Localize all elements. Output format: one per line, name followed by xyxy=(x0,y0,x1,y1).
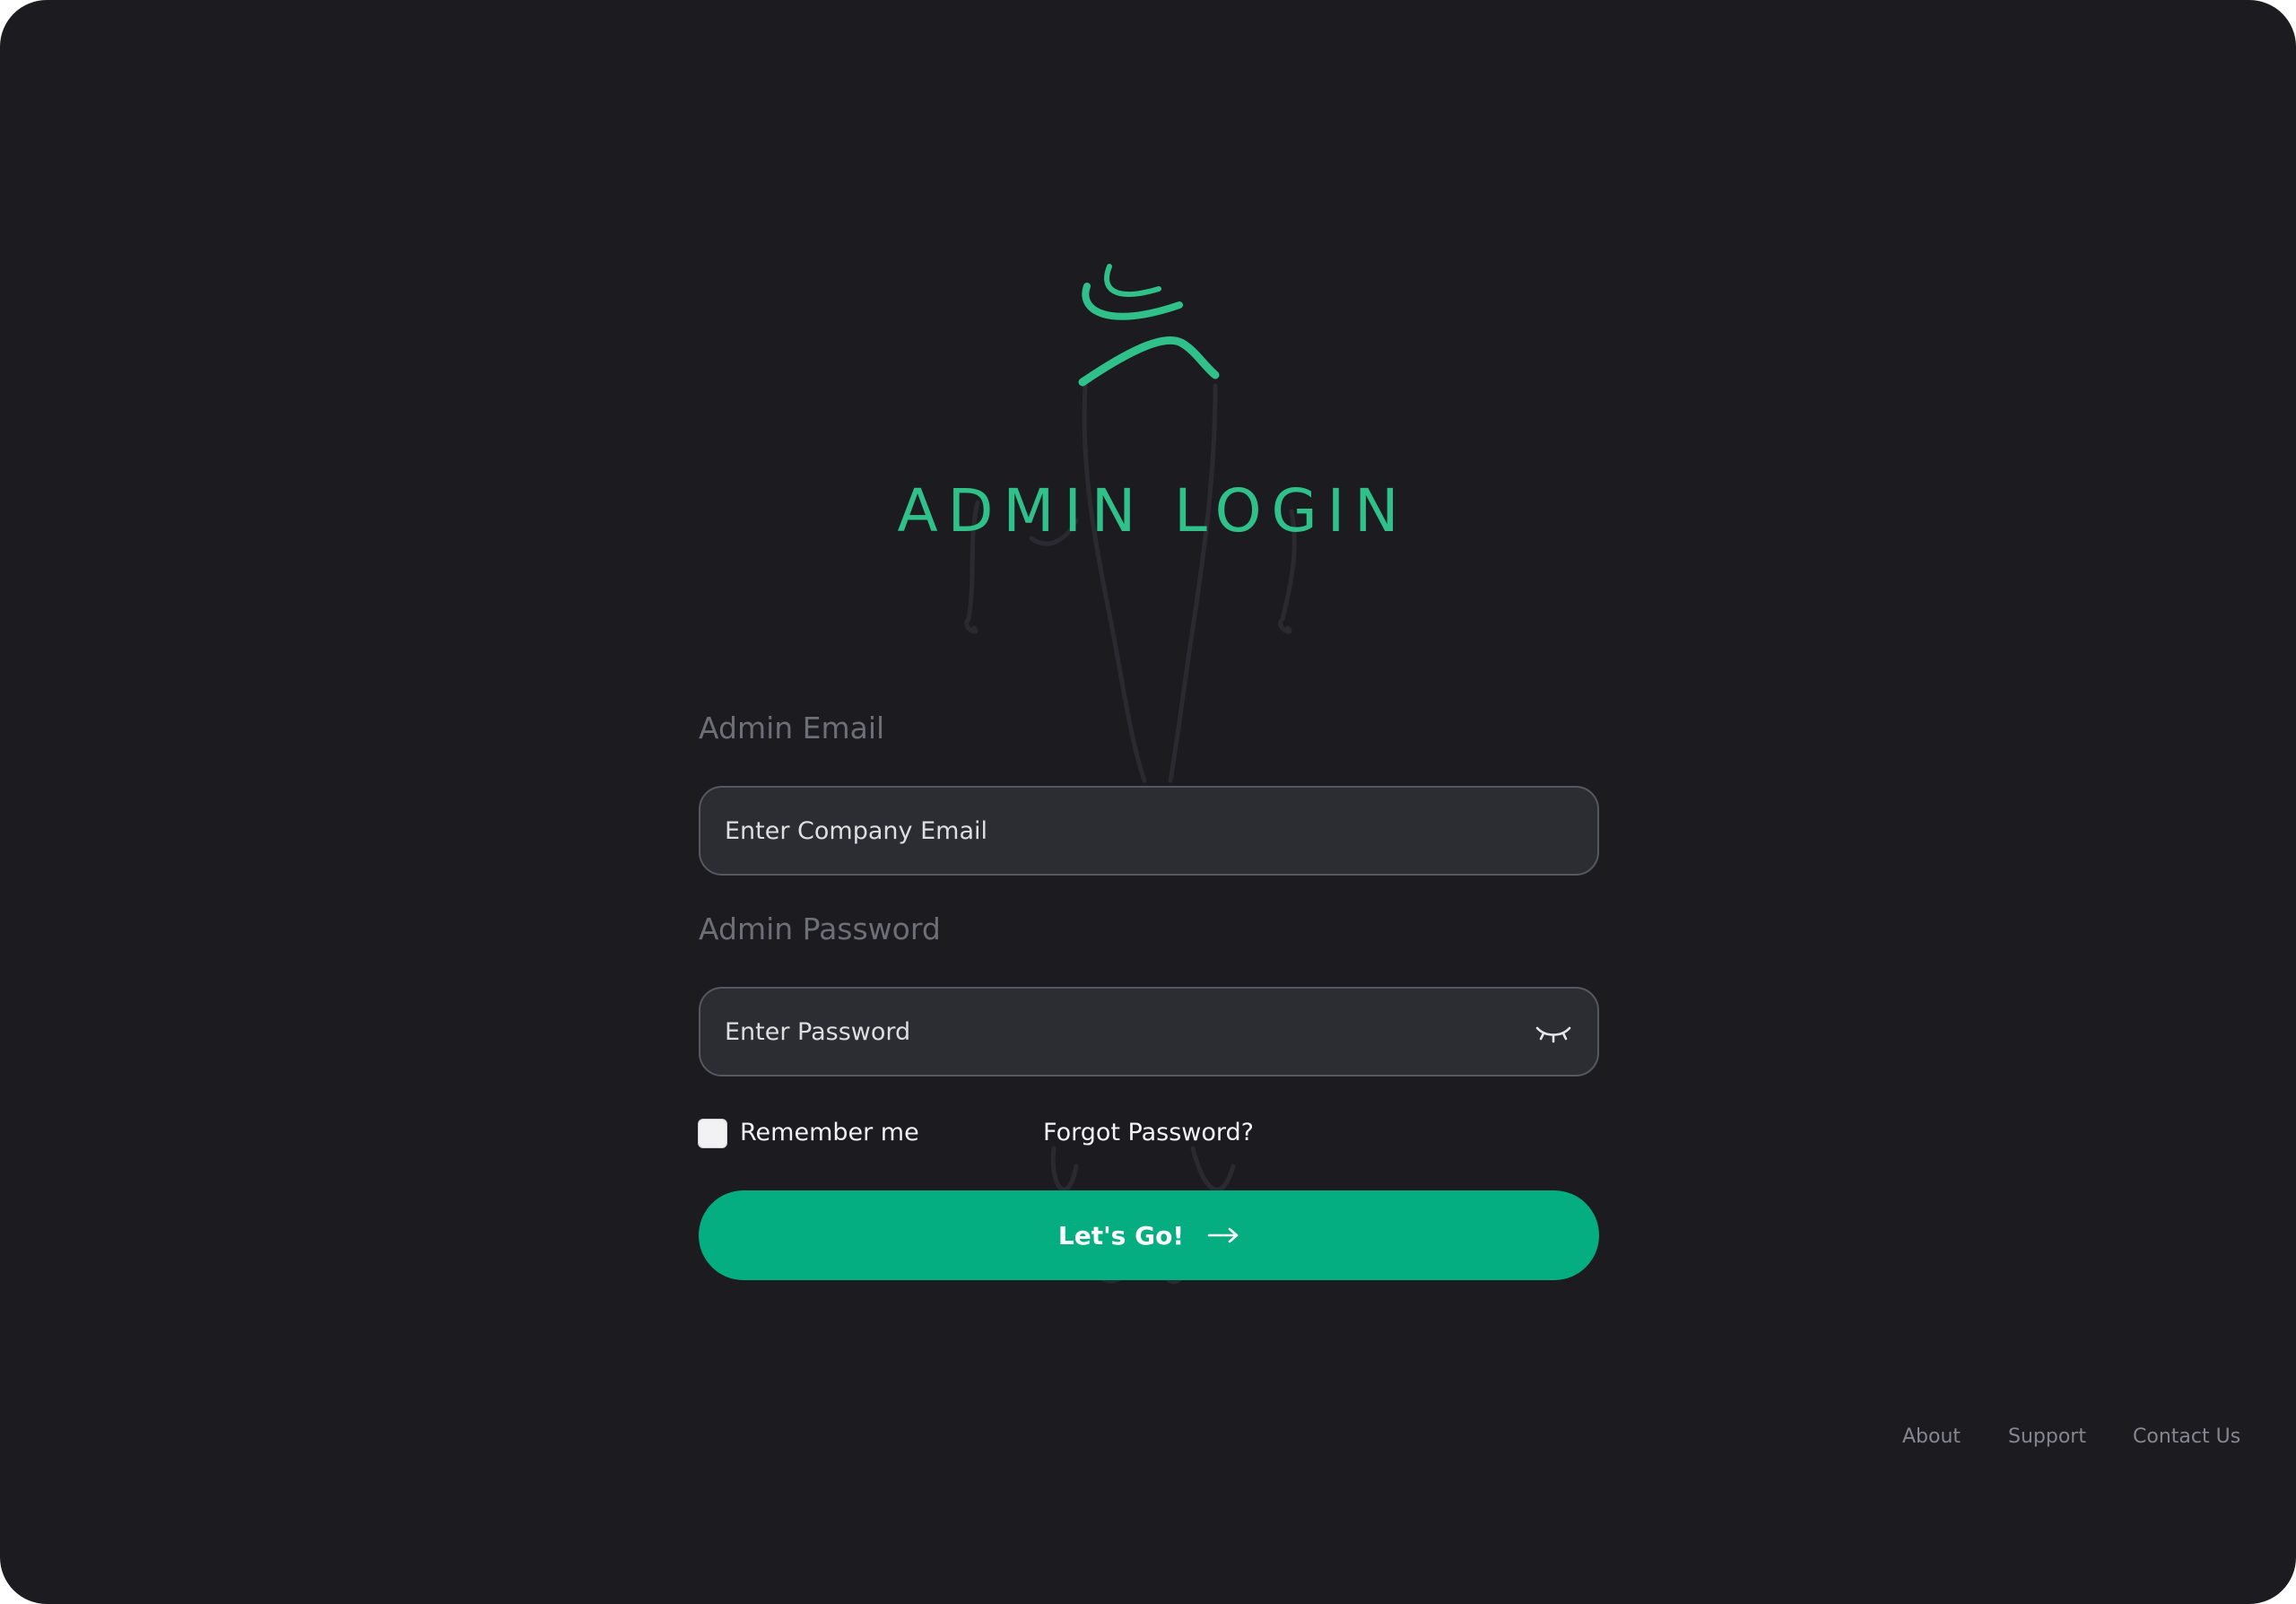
email-field-container xyxy=(699,786,1599,876)
arrow-right-icon xyxy=(1207,1227,1239,1243)
eye-closed-icon[interactable] xyxy=(1535,1016,1572,1050)
password-field-container xyxy=(699,987,1599,1077)
forgot-password-link[interactable]: Forgot Password? xyxy=(1043,1116,1254,1150)
footer-link-about[interactable]: About xyxy=(1902,1423,1961,1451)
email-input[interactable] xyxy=(700,788,1597,874)
login-page: ADMIN LOGIN Admin Email Admin Password R… xyxy=(0,0,2296,1604)
password-label: Admin Password xyxy=(699,911,941,946)
password-input[interactable] xyxy=(700,989,1597,1075)
footer-link-support[interactable]: Support xyxy=(2008,1423,2086,1451)
submit-button-label: Let's Go! xyxy=(1057,1220,1185,1251)
email-label: Admin Email xyxy=(699,710,885,745)
remember-me-checkbox[interactable] xyxy=(698,1118,727,1148)
remember-me-label: Remember me xyxy=(740,1119,919,1146)
footer-link-contact-us[interactable]: Contact Us xyxy=(2133,1423,2240,1451)
remember-me-option[interactable]: Remember me xyxy=(698,1116,919,1150)
submit-button[interactable]: Let's Go! xyxy=(699,1190,1599,1280)
page-title: ADMIN LOGIN xyxy=(897,476,1409,545)
leaf-swirl-logo-icon xyxy=(1078,264,1220,387)
